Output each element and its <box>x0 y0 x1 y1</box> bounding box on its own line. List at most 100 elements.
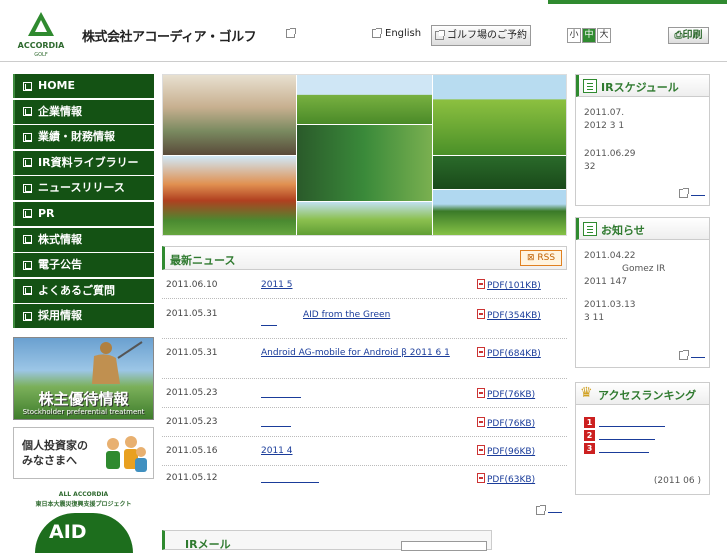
news-title-link[interactable] <box>261 417 291 427</box>
news-date: 2011.05.12 <box>166 473 218 483</box>
arrow-icon <box>23 209 32 219</box>
news-title-link[interactable]: AID from the Green <box>261 309 390 322</box>
english-label: English <box>385 28 422 39</box>
golf-reserve-label: ゴルフ場のご予約 <box>447 30 527 41</box>
notice-line1: 3 11 <box>584 313 605 323</box>
ranking-item[interactable]: 1 <box>584 417 701 428</box>
notices-title: お知らせ <box>601 224 645 237</box>
print-button[interactable]: ⎙印刷 <box>668 27 709 44</box>
font-size-medium-button[interactable]: 中 <box>582 28 596 43</box>
pdf-link[interactable]: PDF(96KB) <box>477 445 535 457</box>
ir-mail-panel: IRメール <box>162 530 492 551</box>
pdf-label: PDF(684KB) <box>487 349 541 359</box>
sidebar-item-label: 業績・財務情報 <box>38 130 115 144</box>
pdf-link[interactable]: PDF(76KB) <box>477 417 535 429</box>
news-row: 2011.05.31 Android AG-mobile for Android… <box>162 339 567 379</box>
sidebar-item-e-notice[interactable]: 電子公告 <box>13 253 154 278</box>
ranking-item[interactable]: 3 <box>584 443 701 454</box>
photo-course-view <box>433 190 566 235</box>
more-underline <box>691 195 705 196</box>
individual-investors-banner[interactable]: 個人投資家の みなさまへ <box>13 427 154 479</box>
pdf-link[interactable]: PDF(63KB) <box>477 473 535 485</box>
arrow-icon <box>23 286 32 296</box>
pdf-link[interactable]: PDF(101KB) <box>477 279 541 291</box>
news-title-link[interactable]: 2011 4 <box>261 445 293 458</box>
news-row: 2011.05.23 PDF(76KB) <box>162 408 567 437</box>
accordia-logo[interactable]: ACCORDIA GOLF <box>14 10 68 58</box>
rss-icon: ⊠ <box>526 253 538 263</box>
sidebar-item-faq[interactable]: よくあるご質問 <box>13 278 154 303</box>
news-title-link[interactable] <box>261 473 319 483</box>
arrow-icon <box>679 188 689 198</box>
aid-from-the-green-banner[interactable]: ALL ACCORDIA 東日本大震災復興支援プロジェクト AID <box>13 489 154 553</box>
rss-button[interactable]: ⊠ RSS <box>520 250 562 266</box>
notice-line2: 2011 147 <box>584 277 627 287</box>
photo-driving-range <box>297 125 432 201</box>
ir-mail-input[interactable] <box>401 541 487 551</box>
sidebar-item-label: 企業情報 <box>38 104 82 118</box>
sidebar-item-label: IR資料ライブラリー <box>38 155 139 169</box>
news-row: 2011.05.16 2011 4 PDF(96KB) <box>162 437 567 466</box>
rank-link <box>599 444 649 453</box>
arrow-icon <box>23 132 32 142</box>
crown-icon: ♛ <box>580 385 593 401</box>
ir-schedule-date: 2011.07. <box>584 108 625 118</box>
rank-link <box>599 418 665 427</box>
english-link[interactable]: English <box>372 27 422 39</box>
pdf-link[interactable]: PDF(354KB) <box>477 309 541 321</box>
external-link-icon <box>372 27 382 38</box>
sidebar-item-stock[interactable]: 株式情報 <box>13 227 154 252</box>
sidebar-item-recruit[interactable]: 採用情報 <box>13 304 154 329</box>
arrow-icon <box>23 81 32 91</box>
sidebar-item-home[interactable]: HOME <box>13 74 154 98</box>
ir-schedule-header: IRスケジュール <box>576 75 709 97</box>
shareholder-benefits-title: 株主優待情報 <box>38 390 129 408</box>
individual-investors-line2: みなさまへ <box>22 454 77 467</box>
pdf-label: PDF(76KB) <box>487 419 536 429</box>
more-underline <box>691 357 705 358</box>
aid-logo: AID <box>35 513 133 553</box>
golf-reserve-button[interactable]: ゴルフ場のご予約 <box>431 25 531 46</box>
sidebar-item-news-release[interactable]: ニュースリリース <box>13 176 154 201</box>
notice-date: 2011.03.13 <box>584 300 636 310</box>
pdf-label: PDF(76KB) <box>487 390 536 400</box>
sidebar-item-company[interactable]: 企業情報 <box>13 99 154 124</box>
rank-number: 2 <box>584 430 595 441</box>
shareholder-benefits-banner[interactable]: 株主優待情報 Stockholder preferential treatmen… <box>13 337 154 420</box>
notices-panel: お知らせ 2011.04.22 Gomez IR 2011 147 2011.0… <box>575 217 710 368</box>
news-title-underline <box>261 325 277 326</box>
photo-autumn-course <box>163 156 296 235</box>
printer-icon: ⎙ <box>674 30 683 41</box>
news-title-link[interactable]: Android AG-mobile for Android β 2011 6 1 <box>261 347 461 360</box>
company-name: 株式会社アコーディア・ゴルフ <box>82 30 257 45</box>
ir-schedule-more-link[interactable] <box>679 188 705 199</box>
font-size-small-button[interactable]: 小 <box>567 28 581 43</box>
news-title: 最新ニュース <box>170 254 236 267</box>
sidebar-item-label: 採用情報 <box>38 309 82 323</box>
news-title-link[interactable] <box>261 388 301 398</box>
news-more-link[interactable] <box>536 505 562 516</box>
news-row: 2011.05.31 AID from the Green PDF(354KB) <box>162 299 567 339</box>
sidebar-item-financial[interactable]: 業績・財務情報 <box>13 125 154 150</box>
sidebar-item-pr[interactable]: PR <box>13 201 154 226</box>
ir-mail-title: IRメール <box>185 538 231 551</box>
external-link-icon[interactable] <box>286 28 296 38</box>
sidebar-item-ir-library[interactable]: IR資料ライブラリー <box>13 150 154 175</box>
ranking-item[interactable]: 2 <box>584 430 701 441</box>
notices-more-link[interactable] <box>679 350 705 361</box>
ir-schedule-text: 32 <box>584 162 596 172</box>
news-title-link[interactable]: 2011 5 <box>261 279 293 292</box>
access-ranking-panel: ♛ アクセスランキング 1 2 3 (2011 06 ) <box>575 382 710 495</box>
photo-pro-shop <box>163 75 296 155</box>
news-date: 2011.05.16 <box>166 446 218 456</box>
pdf-link[interactable]: PDF(684KB) <box>477 347 541 359</box>
font-size-large-button[interactable]: 大 <box>597 28 611 43</box>
news-date: 2011.05.31 <box>166 348 218 358</box>
photo-golf-cart <box>433 75 566 155</box>
news-row: 2011.05.23 PDF(76KB) <box>162 379 567 408</box>
pdf-label: PDF(354KB) <box>487 311 541 321</box>
more-underline <box>548 512 562 513</box>
pdf-link[interactable]: PDF(76KB) <box>477 388 535 400</box>
header-accent-bar <box>548 0 727 4</box>
photo-fairway <box>297 75 432 124</box>
